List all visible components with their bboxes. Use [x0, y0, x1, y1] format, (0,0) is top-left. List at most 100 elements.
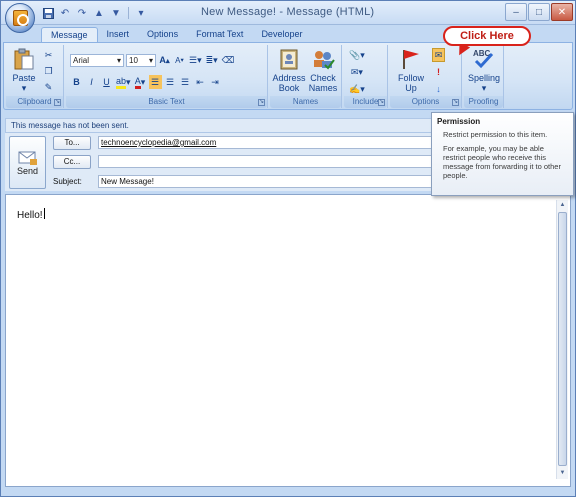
- font-row: Arial ▾ 10 ▾ A ▴ A ▾ ☰▾ ≣▾ ⌫: [70, 53, 235, 67]
- align-left-icon[interactable]: ☰: [148, 75, 162, 89]
- body-text-content: Hello!: [17, 210, 43, 221]
- signature-icon[interactable]: ✍▾: [348, 82, 366, 96]
- underline-button[interactable]: U: [100, 75, 113, 89]
- cut-icon[interactable]: ✂: [42, 48, 55, 62]
- bold-button[interactable]: B: [70, 75, 83, 89]
- quick-access-toolbar: ↶ ↷ ▲ ▼ ▾: [41, 6, 148, 20]
- to-field[interactable]: technoencyclopedia@gmail.com: [98, 136, 438, 149]
- paste-button[interactable]: Paste ▾: [10, 47, 38, 93]
- tab-message[interactable]: Message: [41, 27, 98, 43]
- tooltip-line-1: Restrict permission to this item.: [443, 130, 548, 139]
- ribbon-tabs: Message Insert Options Format Text Devel…: [41, 27, 311, 43]
- names-group: Address Book Check Names Names: [270, 45, 342, 108]
- tab-options[interactable]: Options: [138, 27, 187, 43]
- message-body[interactable]: Hello! ▲ ▼: [5, 194, 571, 487]
- tab-developer[interactable]: Developer: [252, 27, 311, 43]
- high-importance-icon[interactable]: !: [432, 65, 445, 79]
- paste-label: Paste: [12, 73, 36, 83]
- options-group-label: Options: [390, 96, 461, 108]
- office-button[interactable]: [5, 3, 35, 33]
- basic-text-group-label: Basic Text: [66, 96, 267, 108]
- tooltip-line-2: For example, you may be able restrict pe…: [443, 144, 561, 180]
- include-launcher-icon[interactable]: ↘: [378, 99, 385, 106]
- up-icon[interactable]: ▲: [92, 6, 106, 20]
- chevron-down-icon: ▾: [148, 55, 153, 65]
- align-right-icon[interactable]: ☰: [179, 75, 192, 89]
- cc-button[interactable]: Cc...: [53, 155, 91, 169]
- tab-format-text[interactable]: Format Text: [187, 27, 252, 43]
- numbering-icon[interactable]: ≣▾: [205, 53, 219, 67]
- italic-button[interactable]: I: [85, 75, 98, 89]
- permission-icon[interactable]: ✉: [432, 48, 445, 62]
- format-row: B I U ab ▾ A ▾ ☰ ☰ ☰ ⇤ ⇥: [70, 75, 222, 89]
- to-button[interactable]: To...: [53, 136, 91, 150]
- clipboard-group: Paste ▾ ✂ ❐ ✎ Clipboard ↘: [6, 45, 64, 108]
- send-label: Send: [16, 165, 39, 176]
- text-caret: [43, 208, 45, 219]
- send-icon: [18, 151, 37, 165]
- follow-up-label: Follow Up: [397, 73, 424, 93]
- title-bar: ↶ ↷ ▲ ▼ ▾ New Message! - Message (HTML) …: [1, 1, 575, 25]
- font-name-select[interactable]: Arial ▾: [70, 53, 124, 67]
- copy-icon[interactable]: ❐: [42, 64, 55, 78]
- address-book-button[interactable]: Address Book: [272, 47, 306, 93]
- spelling-dropdown-icon: ▾: [481, 83, 487, 93]
- minimize-button[interactable]: –: [505, 3, 527, 21]
- options-launcher-icon[interactable]: ↘: [452, 99, 459, 106]
- font-size-select[interactable]: 10 ▾: [126, 53, 156, 67]
- redo-icon[interactable]: ↷: [75, 6, 89, 20]
- grow-font-icon[interactable]: A ▴: [158, 53, 171, 67]
- font-size-value: 10: [129, 55, 138, 65]
- spelling-label: Spelling: [467, 73, 501, 83]
- basic-text-launcher-icon[interactable]: ↘: [258, 99, 265, 106]
- shrink-font-icon[interactable]: A ▾: [173, 53, 186, 67]
- decrease-indent-icon[interactable]: ⇤: [194, 75, 207, 89]
- attach-item-icon[interactable]: ✉▾: [350, 65, 364, 79]
- undo-icon[interactable]: ↶: [58, 6, 72, 20]
- highlight-icon[interactable]: ab ▾: [115, 75, 132, 89]
- check-names-label: Check Names: [308, 73, 338, 93]
- proofing-group: ABC Spelling ▾ Proofing: [464, 45, 504, 108]
- vertical-scrollbar[interactable]: ▲ ▼: [556, 200, 568, 479]
- paste-icon: [14, 48, 34, 70]
- clipboard-launcher-icon[interactable]: ↘: [54, 99, 61, 106]
- body-text[interactable]: Hello!: [17, 208, 45, 221]
- include-group: 📎▾ ✉▾ ✍▾ Include ↘: [344, 45, 388, 108]
- check-names-button[interactable]: Check Names: [306, 47, 340, 93]
- clipboard-small-buttons: ✂ ❐ ✎: [42, 48, 55, 94]
- scroll-up-icon[interactable]: ▲: [558, 201, 567, 210]
- follow-up-button[interactable]: Follow Up ▾: [394, 47, 428, 103]
- permission-tooltip: Permission Restrict permission to this i…: [431, 112, 574, 196]
- clear-formatting-icon[interactable]: ⌫: [221, 53, 236, 67]
- down-icon[interactable]: ▼: [109, 6, 123, 20]
- attach-file-icon[interactable]: 📎▾: [348, 48, 366, 62]
- low-importance-icon[interactable]: ↓: [432, 82, 445, 96]
- cc-field[interactable]: [98, 155, 438, 168]
- bullets-icon[interactable]: ☰▾: [188, 53, 203, 67]
- follow-up-flag-icon: [403, 50, 419, 69]
- scrollbar-thumb[interactable]: [558, 212, 567, 466]
- qat-separator: [128, 7, 129, 19]
- office-logo-icon: [13, 10, 29, 26]
- scroll-down-icon[interactable]: ▼: [558, 469, 567, 478]
- proofing-group-label: Proofing: [464, 96, 503, 108]
- send-button[interactable]: Send: [9, 136, 46, 189]
- address-book-label: Address Book: [272, 73, 306, 93]
- align-center-icon[interactable]: ☰: [164, 75, 177, 89]
- spelling-icon: ABC: [473, 49, 494, 69]
- tab-insert[interactable]: Insert: [98, 27, 139, 43]
- save-icon[interactable]: [41, 6, 55, 20]
- chevron-down-icon: ▾: [116, 55, 121, 65]
- basic-text-group: Arial ▾ 10 ▾ A ▴ A ▾ ☰▾ ≣▾ ⌫ B I U ab ▾ A ▾ ☰ …: [66, 45, 268, 108]
- font-color-icon[interactable]: A ▾: [134, 75, 147, 89]
- close-button[interactable]: ✕: [551, 3, 573, 21]
- include-buttons: 📎▾ ✉▾ ✍▾: [348, 48, 366, 96]
- subject-field[interactable]: New Message!: [98, 175, 438, 188]
- paste-dropdown-icon: ▾: [21, 83, 27, 93]
- click-here-callout: Click Here: [443, 26, 531, 46]
- maximize-button[interactable]: □: [528, 3, 550, 21]
- spelling-button[interactable]: ABC Spelling ▾: [466, 47, 502, 93]
- format-painter-icon[interactable]: ✎: [42, 80, 55, 94]
- customize-icon[interactable]: ▾: [134, 6, 148, 20]
- increase-indent-icon[interactable]: ⇥: [209, 75, 222, 89]
